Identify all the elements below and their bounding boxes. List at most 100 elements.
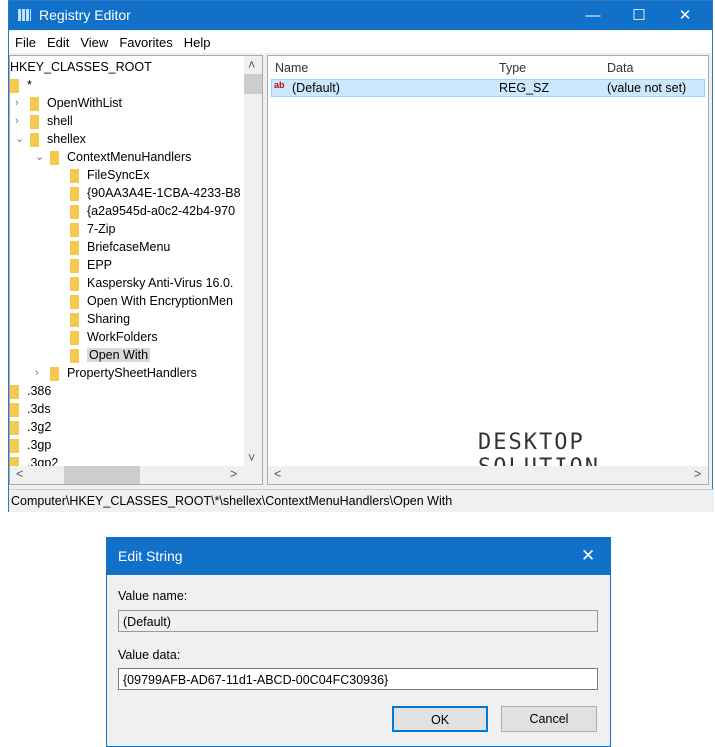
chevron-right-icon[interactable]: ›	[15, 112, 19, 130]
folder-icon	[70, 276, 79, 291]
tree-item[interactable]: BriefcaseMenu	[70, 238, 170, 256]
tree-item-label: .386	[27, 384, 52, 398]
tree-item[interactable]: Sharing	[70, 310, 130, 328]
tree-horizontal-scrollbar[interactable]: < >	[10, 466, 262, 484]
menu-edit[interactable]: Edit	[41, 31, 74, 50]
edit-string-dialog: Edit String ✕ Value name: (Default) Valu…	[106, 537, 611, 747]
string-value-icon: ab	[274, 80, 285, 90]
folder-icon	[70, 222, 79, 237]
tree-item[interactable]: .3g2	[10, 418, 51, 436]
menu-favorites[interactable]: Favorites	[113, 31, 177, 50]
tree-item[interactable]: ⌄ ContextMenuHandlers	[35, 148, 192, 166]
tree-item[interactable]: › OpenWithList	[15, 94, 122, 112]
tree-item-label: 7-Zip	[87, 222, 116, 236]
scroll-up-icon[interactable]: ˄	[248, 58, 255, 72]
values-pane: Name Type Data ab (Default) REG_SZ (valu…	[267, 55, 709, 485]
folder-icon	[70, 330, 79, 345]
tree-item-label: BriefcaseMenu	[87, 240, 171, 254]
status-bar: Computer\HKEY_CLASSES_ROOT\*\shellex\Con…	[9, 489, 714, 512]
folder-icon	[70, 168, 79, 183]
tree-item[interactable]: Open With EncryptionMen	[70, 292, 233, 310]
tree-item-label: WorkFolders	[87, 330, 158, 344]
tree-item[interactable]: Kaspersky Anti-Virus 16.0.	[70, 274, 233, 292]
scroll-left-icon[interactable]: <	[16, 467, 23, 481]
tree-item-label: Kaspersky Anti-Virus 16.0.	[87, 276, 234, 290]
maximize-button[interactable]: ☐	[616, 1, 662, 30]
folder-icon	[30, 96, 39, 111]
values-horizontal-scrollbar[interactable]: < >	[268, 466, 708, 484]
menu-file[interactable]: File	[9, 31, 41, 50]
tree-item[interactable]: EPP	[70, 256, 112, 274]
minimize-button[interactable]: —	[570, 1, 616, 30]
tree-item-label: Sharing	[87, 312, 131, 326]
folder-icon	[30, 132, 39, 147]
column-header-type[interactable]: Type	[499, 58, 526, 78]
folder-icon	[10, 438, 19, 453]
value-type: REG_SZ	[499, 81, 550, 95]
value-data-label: Value data:	[118, 648, 181, 662]
chevron-right-icon[interactable]: ›	[35, 364, 39, 382]
tree-item-label: shell	[47, 114, 73, 128]
scroll-thumb[interactable]	[64, 466, 140, 484]
registry-icon	[18, 9, 31, 21]
chevron-down-icon[interactable]: ⌄	[15, 130, 24, 148]
tree-item[interactable]: .3ds	[10, 400, 51, 418]
tree-pane: HKEY_CLASSES_ROOT * › OpenWithList › shell ⌄ sh…	[9, 55, 263, 485]
ok-button[interactable]: OK	[392, 706, 488, 732]
tree-vertical-scrollbar[interactable]: ˄ ˅	[244, 56, 262, 468]
column-header-data[interactable]: Data	[607, 58, 633, 78]
tree-item[interactable]: › shell	[15, 112, 73, 130]
column-header-name[interactable]: Name	[275, 58, 308, 78]
folder-icon	[70, 312, 79, 327]
value-name-field[interactable]: (Default)	[118, 610, 598, 632]
scroll-thumb[interactable]	[244, 74, 262, 94]
tree-item-label: {90AA3A4E-1CBA-4233-B8	[87, 186, 241, 200]
menu-view[interactable]: View	[74, 31, 113, 50]
tree-item[interactable]: {90AA3A4E-1CBA-4233-B8	[70, 184, 241, 202]
tree-item[interactable]: WorkFolders	[70, 328, 158, 346]
tree-item-label: .3gp	[27, 438, 52, 452]
value-name-label: Value name:	[118, 589, 188, 603]
tree-item-label: .3ds	[27, 402, 51, 416]
tree-item-label: shellex	[47, 132, 86, 146]
tree-item[interactable]: .3gp	[10, 436, 51, 454]
tree-item-label: Open With	[87, 348, 151, 362]
registry-editor-window: Registry Editor — ☐ ✕ File Edit View Favori…	[8, 0, 714, 512]
close-button[interactable]: ✕	[662, 1, 708, 30]
tree-item[interactable]: FileSyncEx	[70, 166, 150, 184]
scroll-right-icon[interactable]: >	[694, 467, 701, 481]
folder-icon	[70, 348, 79, 363]
tree-item[interactable]: ⌄ shellex	[15, 130, 86, 148]
folder-icon	[70, 294, 79, 309]
tree-item[interactable]: › PropertySheetHandlers	[35, 364, 197, 382]
tree-item[interactable]: Open With	[70, 346, 151, 364]
folder-icon	[10, 420, 19, 435]
tree-item[interactable]: .386	[10, 382, 51, 400]
tree-item-label: HKEY_CLASSES_ROOT	[10, 60, 152, 74]
folder-icon	[50, 150, 59, 165]
folder-icon	[10, 384, 19, 399]
scroll-down-icon[interactable]: ˅	[248, 451, 255, 465]
value-data-input[interactable]: {09799AFB-AD67-11d1-ABCD-00C04FC30936}	[118, 668, 598, 690]
tree-item-label: Open With EncryptionMen	[87, 294, 233, 308]
tree-item-label: PropertySheetHandlers	[67, 366, 197, 380]
tree-item[interactable]: *	[10, 76, 32, 94]
chevron-down-icon[interactable]: ⌄	[35, 148, 44, 166]
tree-item[interactable]: HKEY_CLASSES_ROOT	[10, 58, 152, 76]
tree-item[interactable]: {a2a9545d-a0c2-42b4-970	[70, 202, 235, 220]
cancel-button[interactable]: Cancel	[501, 706, 597, 732]
folder-icon	[10, 78, 19, 93]
folder-icon	[70, 240, 79, 255]
value-row-default[interactable]: ab (Default) REG_SZ (value not set)	[271, 79, 705, 97]
tree-item-label: ContextMenuHandlers	[67, 150, 192, 164]
menu-bar: File Edit View Favorites Help	[9, 31, 712, 53]
menu-help[interactable]: Help	[178, 31, 216, 50]
scroll-left-icon[interactable]: <	[274, 467, 281, 481]
chevron-right-icon[interactable]: ›	[15, 94, 19, 112]
dialog-close-button[interactable]: ✕	[581, 546, 595, 566]
scroll-right-icon[interactable]: >	[230, 467, 237, 481]
window-title: Registry Editor	[39, 7, 131, 23]
title-bar: Registry Editor — ☐ ✕	[9, 1, 712, 30]
folder-icon	[30, 114, 39, 129]
tree-item[interactable]: 7-Zip	[70, 220, 115, 238]
